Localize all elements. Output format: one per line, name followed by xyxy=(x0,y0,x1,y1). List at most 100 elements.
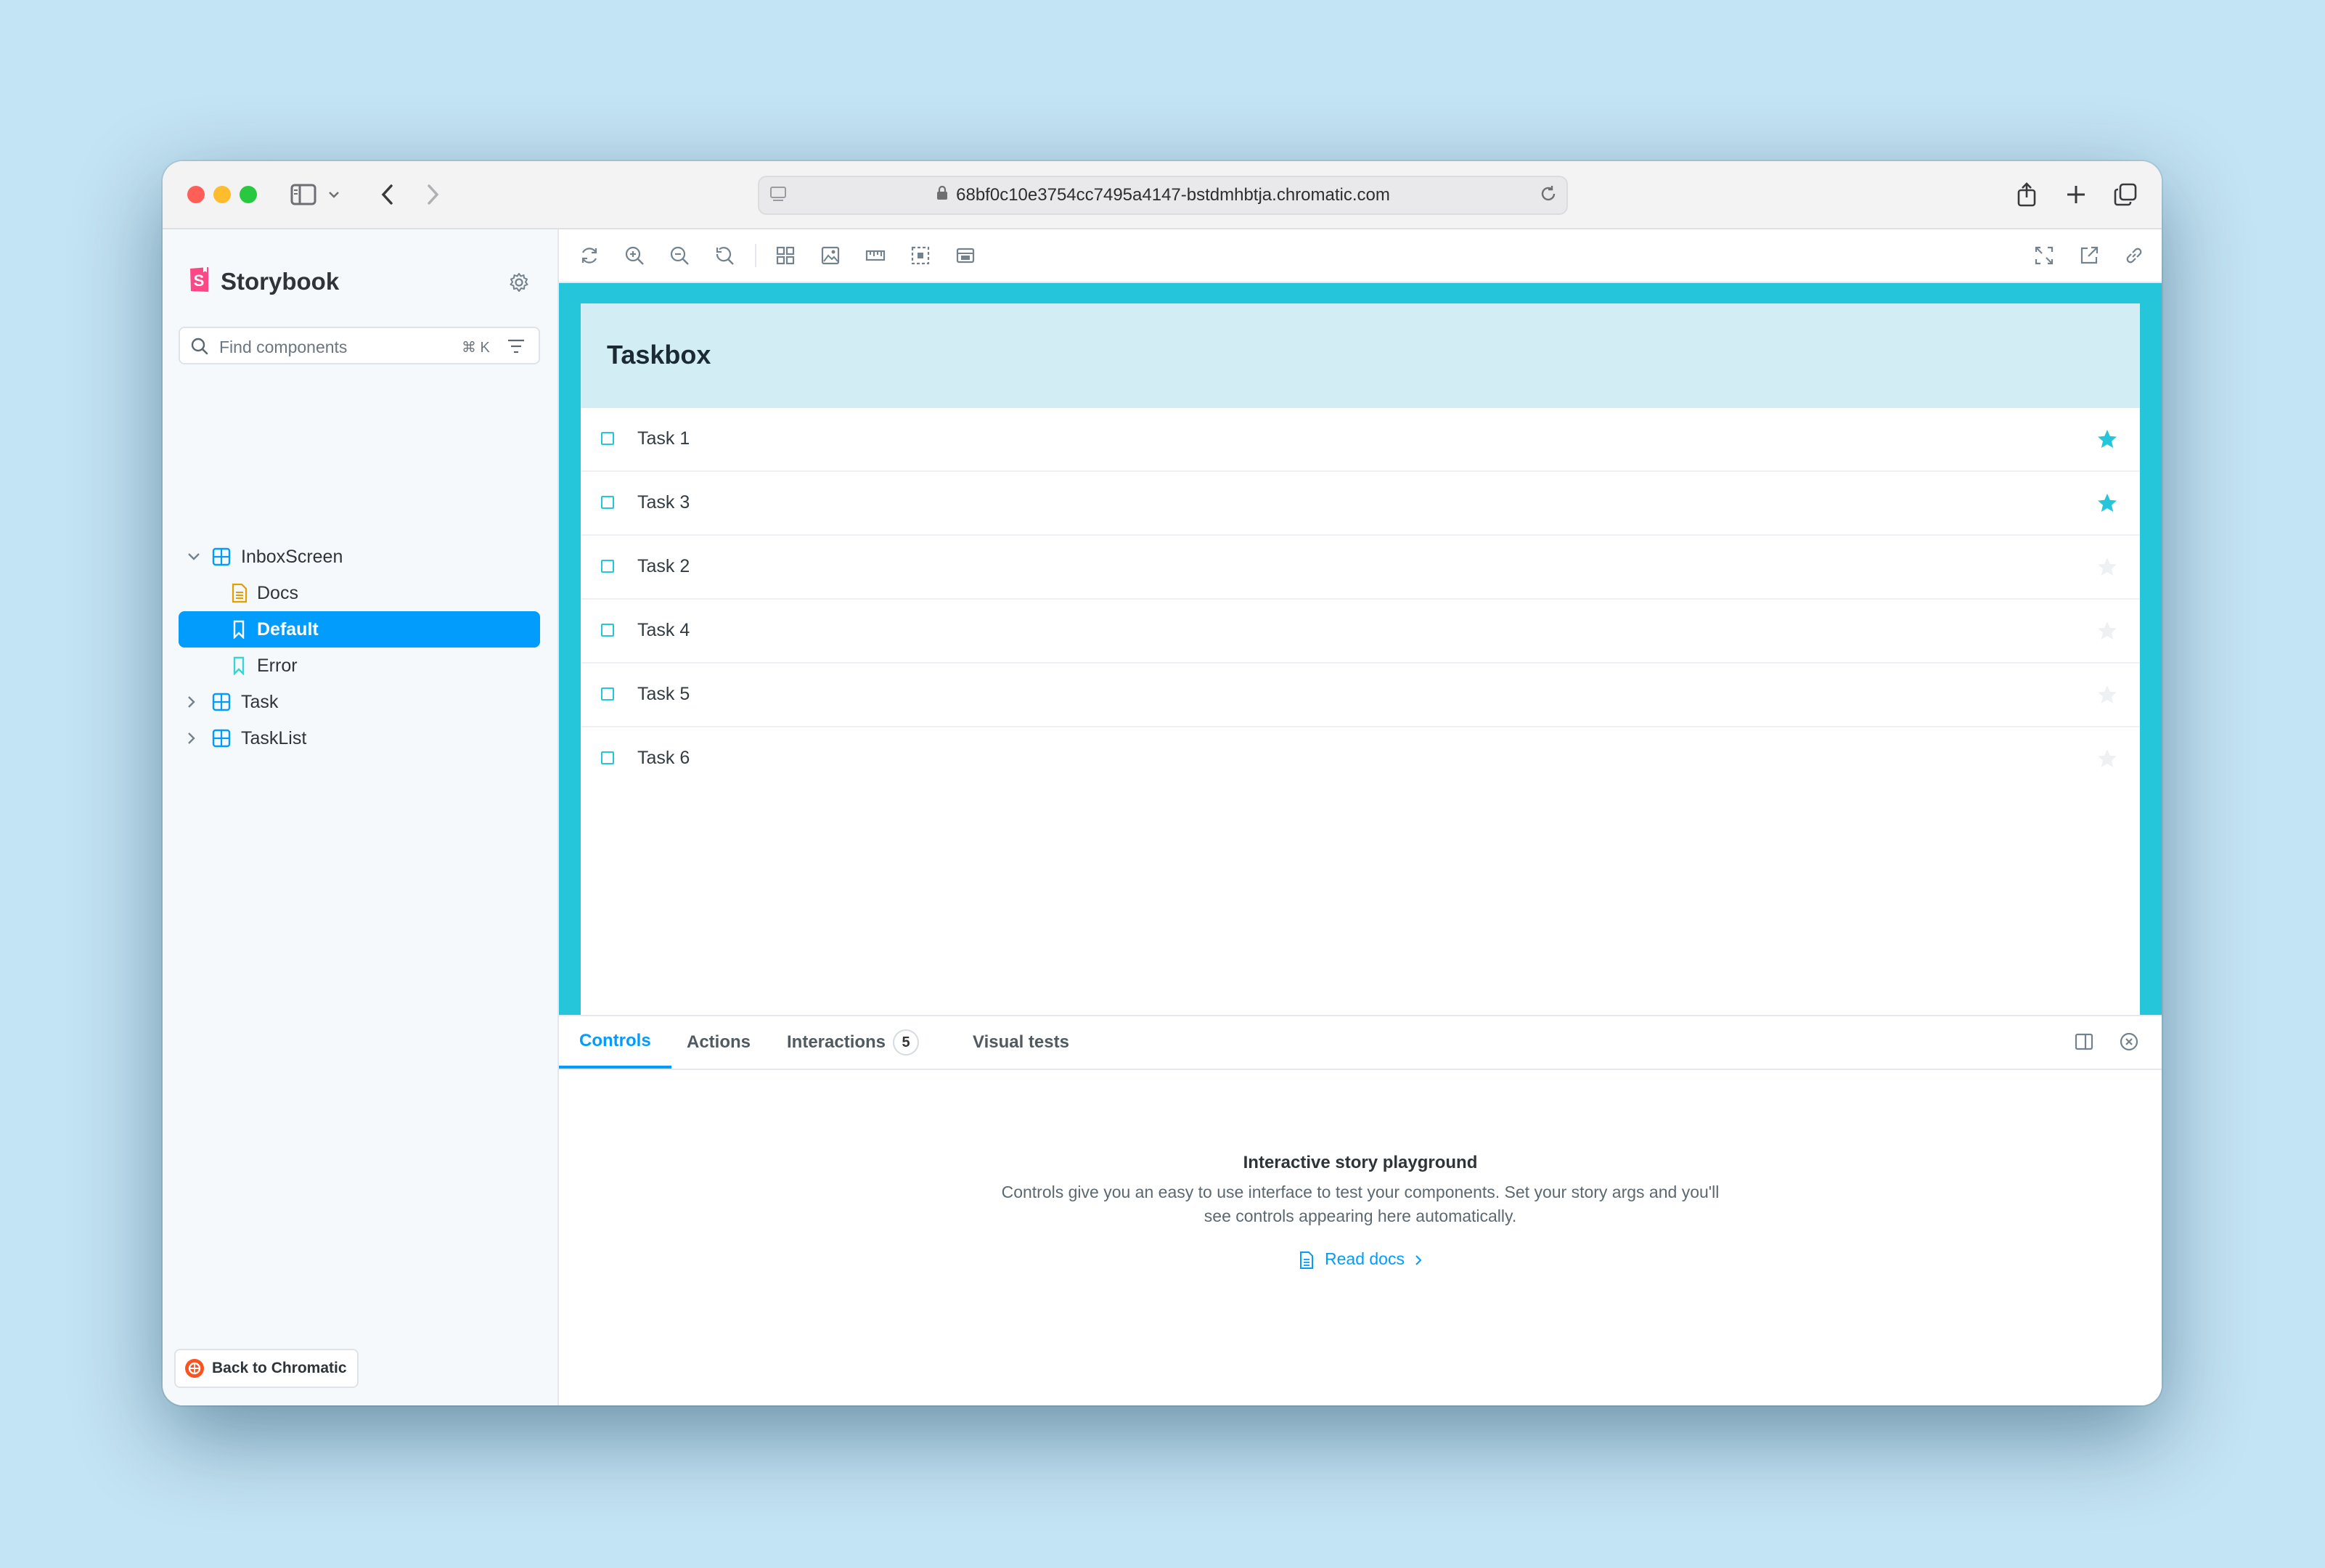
browser-titlebar: 68bf0c10e3754cc7495a4147-bstdmhbtja.chro… xyxy=(163,161,2162,229)
tree-label: Task xyxy=(241,691,279,712)
document-icon xyxy=(1299,1249,1319,1269)
tree-item-default[interactable]: Default xyxy=(179,611,540,648)
brand-title: Storybook xyxy=(221,267,340,295)
remount-icon[interactable] xyxy=(576,242,602,269)
star-icon[interactable] xyxy=(2096,748,2118,769)
grid-icon[interactable] xyxy=(772,242,798,269)
tab-controls[interactable]: Controls xyxy=(559,1016,671,1069)
outline-icon[interactable] xyxy=(907,242,933,269)
close-window-button[interactable] xyxy=(187,186,205,203)
ruler-icon[interactable] xyxy=(862,242,888,269)
component-icon xyxy=(212,547,231,566)
filter-icon[interactable] xyxy=(507,338,526,358)
tree-item-error[interactable]: Error xyxy=(179,648,540,684)
task-row[interactable]: Task 4 xyxy=(581,600,2140,663)
tab-label: Interactions xyxy=(787,1032,886,1052)
task-checkbox[interactable] xyxy=(601,432,614,445)
task-title: Task 6 xyxy=(637,748,690,768)
empty-state-title: Interactive story playground xyxy=(1243,1153,1478,1172)
story-canvas: Taskbox Task 1 Task 3 Task 2 Task 4 Task… xyxy=(559,283,2162,1015)
tree-label: InboxScreen xyxy=(241,546,343,567)
search-shortcut: ⌘ K xyxy=(462,340,490,356)
zoom-in-icon[interactable] xyxy=(621,242,647,269)
panel-orientation-icon[interactable] xyxy=(2073,1031,2095,1056)
back-arrow-icon[interactable] xyxy=(372,179,404,211)
address-bar[interactable]: 68bf0c10e3754cc7495a4147-bstdmhbtja.chro… xyxy=(758,176,1568,215)
star-icon[interactable] xyxy=(2096,620,2118,642)
task-row[interactable]: Task 5 xyxy=(581,663,2140,727)
tree-item-docs[interactable]: Docs xyxy=(179,575,540,611)
task-row[interactable]: Task 3 xyxy=(581,472,2140,536)
new-tab-icon[interactable] xyxy=(2060,179,2092,211)
sidebar-toggle-icon[interactable] xyxy=(287,179,319,211)
tab-label: Visual tests xyxy=(973,1032,1069,1052)
preview-toolbar xyxy=(559,229,2162,283)
search-input[interactable] xyxy=(218,334,460,360)
task-row[interactable]: Task 1 xyxy=(581,408,2140,472)
close-panel-icon[interactable] xyxy=(2118,1031,2140,1056)
tree-label: Error xyxy=(257,655,298,676)
empty-state-description: Controls give you an easy to use interfa… xyxy=(1001,1183,1720,1225)
maximize-window-button[interactable] xyxy=(240,186,257,203)
tree-item-inboxscreen-row[interactable]: InboxScreen xyxy=(179,539,540,575)
storybook-brand[interactable]: S Storybook xyxy=(189,266,339,297)
taskbox-header: Taskbox xyxy=(581,303,2140,408)
taskbox-title: Taskbox xyxy=(607,340,711,369)
toolbar-divider xyxy=(755,244,756,267)
reload-icon[interactable] xyxy=(1539,184,1558,208)
back-to-chromatic-button[interactable]: Back to Chromatic xyxy=(174,1349,359,1388)
task-row[interactable]: Task 2 xyxy=(581,536,2140,600)
tab-visual-tests[interactable]: Visual tests xyxy=(973,1016,1069,1069)
read-docs-link[interactable]: Read docs xyxy=(559,1249,2162,1270)
bookmark-icon xyxy=(232,656,245,675)
open-new-tab-icon[interactable] xyxy=(2076,242,2102,269)
tree-item-tasklist[interactable]: TaskList xyxy=(179,720,540,756)
document-icon xyxy=(231,583,248,603)
star-icon[interactable] xyxy=(2096,428,2118,450)
task-title: Task 4 xyxy=(637,620,690,640)
task-row[interactable]: Task 6 xyxy=(581,727,2140,790)
settings-gear-icon[interactable] xyxy=(508,271,530,297)
addon-tabs: Controls Actions Interactions 5 Visual t… xyxy=(559,1016,2162,1070)
tab-label: Controls xyxy=(579,1031,651,1050)
tree-label: Docs xyxy=(257,582,298,603)
component-search[interactable]: ⌘ K xyxy=(179,327,540,364)
task-title: Task 5 xyxy=(637,684,690,704)
chevron-down-icon[interactable] xyxy=(325,179,343,211)
fullscreen-icon[interactable] xyxy=(2031,242,2057,269)
forward-arrow-icon[interactable] xyxy=(417,179,449,211)
accessibility-vision-icon[interactable] xyxy=(952,242,978,269)
task-checkbox[interactable] xyxy=(601,560,614,573)
task-checkbox[interactable] xyxy=(601,496,614,509)
tab-overview-icon[interactable] xyxy=(2109,179,2141,211)
chevron-down-icon[interactable] xyxy=(187,552,203,561)
task-checkbox[interactable] xyxy=(601,687,614,701)
tab-interactions[interactable]: Interactions 5 xyxy=(787,1016,920,1069)
tree-item-task[interactable]: Task xyxy=(179,684,540,720)
zoom-out-icon[interactable] xyxy=(666,242,692,269)
share-icon[interactable] xyxy=(2011,179,2043,211)
taskbox: Taskbox Task 1 Task 3 Task 2 Task 4 Task… xyxy=(581,303,2140,1015)
tab-actions[interactable]: Actions xyxy=(687,1016,751,1069)
minimize-window-button[interactable] xyxy=(213,186,231,203)
chevron-right-icon[interactable] xyxy=(187,695,203,709)
chevron-right-icon xyxy=(1415,1249,1422,1268)
reader-icon[interactable] xyxy=(769,184,788,208)
interactions-count-badge: 5 xyxy=(893,1029,920,1055)
storybook-logo-icon: S xyxy=(189,266,211,297)
star-icon[interactable] xyxy=(2096,556,2118,578)
chevron-right-icon[interactable] xyxy=(187,732,203,745)
star-icon[interactable] xyxy=(2096,492,2118,514)
copy-link-icon[interactable] xyxy=(2121,242,2147,269)
tree-label: TaskList xyxy=(241,727,307,748)
background-image-icon[interactable] xyxy=(817,242,843,269)
zoom-reset-icon[interactable] xyxy=(711,242,737,269)
bookmark-icon xyxy=(232,620,245,639)
chromatic-logo-icon xyxy=(184,1358,205,1379)
addon-panel: Controls Actions Interactions 5 Visual t… xyxy=(559,1015,2162,1405)
star-icon[interactable] xyxy=(2096,684,2118,706)
task-checkbox[interactable] xyxy=(601,624,614,637)
task-checkbox[interactable] xyxy=(601,751,614,764)
task-title: Task 1 xyxy=(637,428,690,449)
search-icon xyxy=(190,337,209,359)
